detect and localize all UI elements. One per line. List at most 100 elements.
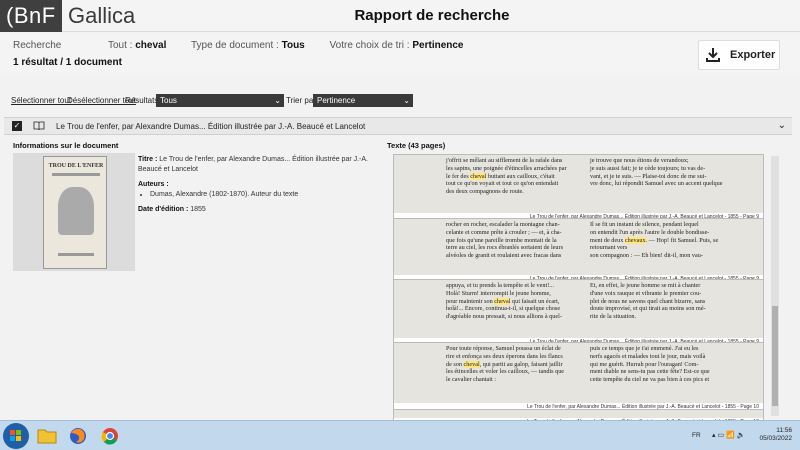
titre-value: Le Trou de l'enfer, par Alexandre Dumas.… — [138, 156, 369, 173]
start-button[interactable] — [3, 423, 29, 449]
search-summary: Recherche Tout : cheval Type de document… — [0, 33, 800, 75]
sort-select-value: Pertinence — [317, 96, 356, 105]
ocr-text-line: d'une voix rauque et vibrante le premier… — [590, 289, 702, 297]
document-panel: Informations sur le document TROU DE L'E… — [4, 136, 792, 427]
ocr-text-line: les étincelles et voler les cailloux, — … — [446, 368, 565, 376]
search-snippet[interactable]: appuya, et tu prends la tempête et le ve… — [393, 279, 764, 347]
scrollbar[interactable] — [771, 156, 779, 416]
ocr-text-line: des deux compagnons de route. — [446, 188, 524, 196]
ocr-text-line: Et, en effet, le jeune homme se mit à ch… — [590, 282, 701, 289]
gallica-logo[interactable]: Gallica — [68, 0, 135, 32]
auteurs-label: Auteurs : — [138, 181, 169, 188]
tri-label: Votre choix de tri : — [329, 40, 410, 51]
highlight-match: cheval — [470, 172, 487, 180]
ocr-text-line: j'offrit se mêlant au sifflement de la r… — [446, 157, 563, 164]
ocr-text-line: buttant aux cailloux, c'était — [486, 172, 555, 180]
document-checkbox[interactable]: ✓ — [12, 121, 22, 131]
document-metadata: Titre : Le Trou de l'enfer, par Alexandr… — [138, 155, 378, 215]
type-label: Type de document : — [190, 40, 279, 51]
chrome-icon — [101, 428, 118, 445]
top-header: (BnF Gallica Rapport de recherche — [0, 0, 800, 32]
ocr-text-line: vant, et je te suis. — Plaise-toi donc d… — [590, 172, 707, 180]
search-snippet[interactable]: rocher en rocher, escalader la montagne … — [393, 218, 764, 284]
ocr-text-line: doute improvisé, et qui tirait au moins … — [590, 305, 706, 313]
system-tray: FR ▴ ▭ 📶 🔈 11:56 05/03/2022 — [692, 423, 792, 449]
page-title: Rapport de recherche — [354, 7, 510, 24]
auteur-value[interactable]: Dumas, Alexandre (1802-1870). Auteur du … — [150, 190, 378, 200]
taskbar-app-firefox[interactable] — [64, 424, 92, 448]
results-select[interactable]: Tous ⌄ — [156, 94, 284, 107]
titre-label: Titre : — [138, 156, 158, 163]
tray-icons[interactable]: ▴ ▭ 📶 🔈 — [712, 431, 745, 439]
clock-date: 05/03/2022 — [759, 435, 792, 442]
chevron-down-icon: ⌄ — [274, 96, 281, 105]
scan-column-left: Pour toute réponse, Samuel poussa un écl… — [446, 345, 582, 384]
document-header[interactable]: ✓ Le Trou de l'enfer, par Alexandre Duma… — [4, 117, 792, 135]
windows-taskbar: FR ▴ ▭ 📶 🔈 11:56 05/03/2022 — [0, 420, 800, 450]
ocr-text-line: Holà! Sturm! interrompit le jeune homme, — [446, 289, 551, 297]
ocr-text-line: je suis aussi fait; je te cède toujours;… — [590, 164, 706, 172]
clock[interactable]: 11:56 05/03/2022 — [759, 427, 792, 443]
highlight-match: cheval — [494, 297, 511, 305]
ocr-text-line: je trouve que nous étions de verandoux; — [590, 157, 689, 164]
type-value: Tous — [281, 40, 305, 51]
ocr-text-line: Pour toute réponse, Samuel poussa un écl… — [446, 345, 561, 352]
ocr-text-line: d'agréable nous pressait, si nous allion… — [446, 313, 562, 321]
ocr-text-line: ment diable ne sens-tu pas cette fête? E… — [590, 368, 710, 376]
search-snippet[interactable]: j'offrit se mêlant au sifflement de la r… — [393, 154, 764, 222]
ocr-text-line: celante et comme prête à crouler ; — et,… — [446, 228, 562, 236]
ocr-text-line: on entendit l'un après l'autre le double… — [590, 228, 710, 236]
scan-column-right: je trouve que nous étions de verandoux; j… — [590, 157, 726, 188]
export-button[interactable]: Exporter — [698, 40, 780, 70]
ocr-text-line: nerfs agacés et malades tout le jour, ma… — [590, 352, 706, 360]
ocr-text-line: alvéoles de granit et roulaient avec fra… — [446, 252, 562, 260]
ocr-text-line: ment de deux — [590, 236, 625, 244]
scan-column-left: j'offrit se mêlant au sifflement de la r… — [446, 157, 582, 196]
taskbar-app-chrome[interactable] — [96, 424, 124, 448]
ocr-text-line: puis ce temps que je t'ai emmené. J'ai e… — [590, 345, 699, 352]
book-cover-image: TROU DE L'ENFER — [43, 156, 107, 269]
ocr-text-line: son compagnon : — Eh bien! dit-il, mon v… — [590, 252, 703, 260]
firefox-icon — [70, 428, 86, 444]
ocr-text-line: rire et enfonça ses deux éperons dans le… — [446, 352, 563, 360]
chevron-down-icon[interactable]: ⌄ — [778, 120, 786, 131]
ocr-text-line: rite de la situation. — [590, 313, 637, 321]
book-icon — [33, 121, 45, 131]
language-indicator[interactable]: FR — [692, 432, 701, 439]
page-scan-excerpt: j'offrit se mêlant au sifflement de la r… — [394, 155, 763, 213]
info-section-title: Informations sur le document — [13, 141, 119, 150]
ocr-text-line: cette tempête du ciel ne va pas bien à c… — [590, 376, 710, 384]
texte-section-title: Texte (43 pages) — [387, 141, 446, 150]
tri-value: Pertinence — [412, 40, 464, 51]
chevron-down-icon: ⌄ — [403, 96, 410, 105]
document-thumbnail[interactable]: TROU DE L'ENFER — [13, 153, 135, 271]
page-scan-excerpt: appuya, et tu prends la tempête et le ve… — [394, 280, 763, 338]
scan-column-right: puis ce temps que je t'ai emmené. J'ai e… — [590, 345, 726, 384]
scan-column-left: appuya, et tu prends la tempête et le ve… — [446, 282, 582, 321]
results-toolbar: Sélectionner tout Désélectionner tout Ré… — [0, 92, 800, 110]
ocr-text-line: qui faisait un écart, — [510, 297, 560, 305]
tout-value: cheval — [135, 40, 167, 51]
sort-select[interactable]: Pertinence ⌄ — [313, 94, 413, 107]
ocr-text-line: le fer des — [446, 172, 471, 180]
ocr-text-line: tout ce qu'on voyait et tout ce qu'on en… — [446, 180, 559, 188]
page-scan-excerpt: Pour toute réponse, Samuel poussa un écl… — [394, 343, 763, 403]
ocr-text-line: , qui partit au galop, faisant jaillir — [479, 360, 563, 368]
ocr-text-line: terre au ciel, les rocs ébranlés sortaie… — [446, 244, 563, 252]
page-scan-excerpt: rocher en rocher, escalader la montagne … — [394, 219, 763, 275]
clock-time: 11:56 — [776, 427, 792, 434]
ocr-text-line: Il se fit un instant de silence, pendant… — [590, 221, 699, 228]
results-select-value: Tous — [160, 96, 177, 105]
results-label: Résultats — [125, 96, 159, 105]
tout-label: Tout : — [107, 40, 133, 51]
bnf-logo[interactable]: (BnF — [0, 0, 62, 32]
windows-logo-icon — [10, 430, 21, 441]
scrollbar-thumb[interactable] — [772, 306, 778, 406]
document-title[interactable]: Le Trou de l'enfer, par Alexandre Dumas.… — [56, 122, 365, 131]
ocr-text-line: le cavalier chantait : — [446, 376, 496, 384]
ocr-text-line: pour maintenir son — [446, 297, 495, 305]
taskbar-app-explorer[interactable] — [33, 424, 61, 448]
select-all-link[interactable]: Sélectionner tout — [11, 96, 71, 105]
search-snippet[interactable]: Pour toute réponse, Samuel poussa un écl… — [393, 342, 764, 412]
page-scan-excerpt — [394, 410, 763, 418]
